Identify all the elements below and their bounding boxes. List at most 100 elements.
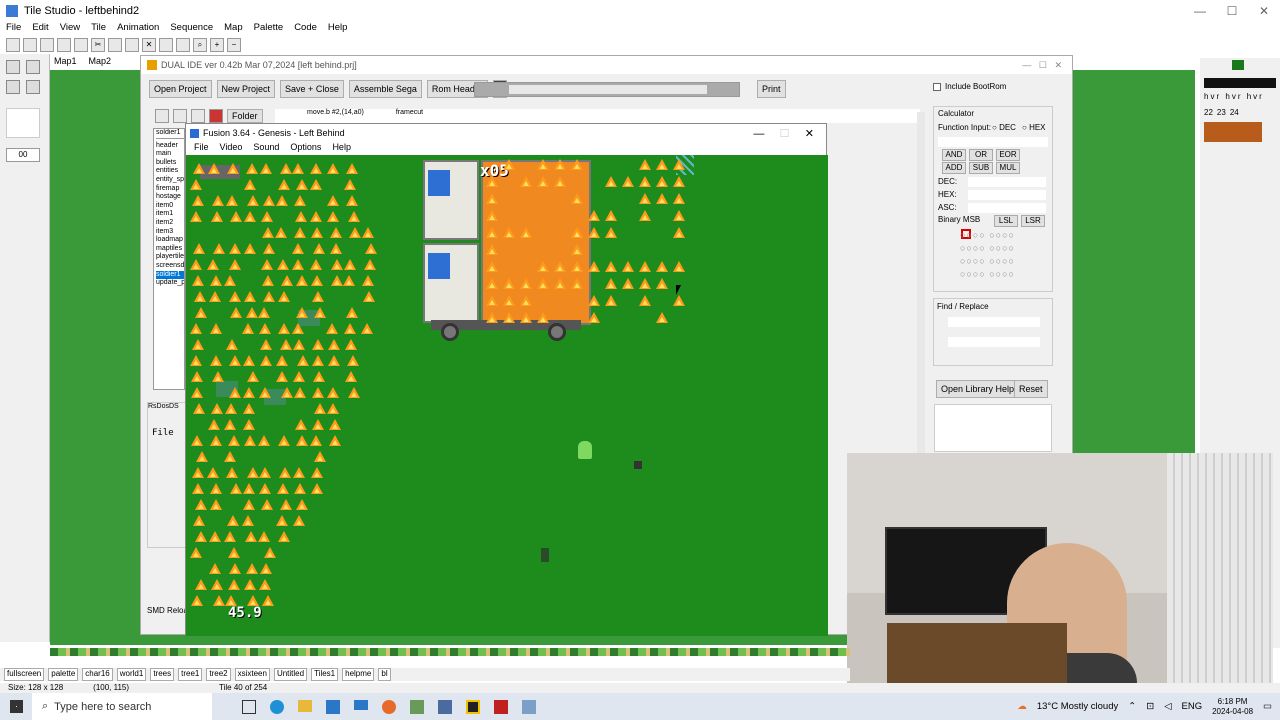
file-list[interactable]: soldier1 header main bullets entities en… — [153, 128, 185, 390]
fusion-menu-help[interactable]: Help — [332, 142, 351, 155]
add-button[interactable]: ADD — [942, 162, 966, 174]
list-item[interactable]: item3 — [156, 228, 184, 237]
floppy-icon[interactable] — [173, 109, 187, 123]
list-item[interactable]: playertiles — [156, 253, 184, 262]
network-icon[interactable]: ⊡ — [1146, 701, 1154, 712]
rotate-icon[interactable] — [159, 38, 173, 52]
delete-icon[interactable]: ✕ — [142, 38, 156, 52]
eor-button[interactable]: EOR — [996, 149, 1020, 161]
open-library-help-button[interactable]: Open Library Help — [936, 380, 1020, 398]
menu-help[interactable]: Help — [328, 22, 348, 36]
replace-field[interactable] — [948, 337, 1040, 347]
tile-number[interactable]: 00 — [6, 148, 40, 162]
sub-button[interactable]: SUB — [969, 162, 993, 174]
folder-button[interactable]: Folder — [227, 109, 263, 123]
menu-code[interactable]: Code — [294, 22, 317, 36]
record-icon[interactable] — [209, 109, 223, 123]
close-button[interactable]: ✕ — [1248, 4, 1280, 18]
chevron-up-icon[interactable]: ⌃ — [1128, 701, 1136, 712]
list-item[interactable]: bullets — [156, 159, 184, 168]
tab-helpme[interactable]: helpme — [342, 668, 375, 681]
export-icon[interactable] — [74, 38, 88, 52]
fusion-menu-file[interactable]: File — [194, 142, 209, 155]
tab-map2[interactable]: Map2 — [89, 56, 112, 70]
new-icon[interactable] — [6, 38, 20, 52]
tab-palette[interactable]: palette — [48, 668, 79, 681]
zoom-out-icon[interactable]: − — [227, 38, 241, 52]
reset-button[interactable]: Reset — [1014, 380, 1048, 398]
app-icon[interactable] — [466, 699, 480, 714]
list-item[interactable]: hostage — [156, 193, 184, 202]
list-item[interactable]: item1 — [156, 210, 184, 219]
tab-bl[interactable]: bl — [378, 668, 391, 681]
find-field[interactable] — [948, 317, 1040, 327]
new-project-button[interactable]: New Project — [216, 80, 276, 98]
menu-animation[interactable]: Animation — [117, 22, 159, 36]
tile-strip[interactable] — [50, 648, 850, 656]
fill-icon[interactable] — [6, 80, 20, 94]
pencil-icon[interactable] — [6, 60, 20, 74]
start-icon[interactable] — [10, 700, 23, 713]
asc-field[interactable] — [968, 203, 1046, 213]
fusion-menu-video[interactable]: Video — [220, 142, 243, 155]
paste-icon[interactable] — [125, 38, 139, 52]
dual-close-button[interactable]: — ☐ ✕ — [1022, 60, 1062, 71]
app-icon[interactable] — [438, 699, 452, 714]
app-icon[interactable] — [410, 699, 424, 714]
store-icon[interactable] — [326, 699, 340, 714]
tab-untitled[interactable]: Untitled — [273, 668, 308, 681]
save-icon[interactable] — [40, 38, 54, 52]
zoom-icon[interactable]: ⌕ — [193, 38, 207, 52]
tab-xsixteen[interactable]: xsixteen — [234, 668, 270, 681]
stamp-icon[interactable] — [26, 80, 40, 94]
save-close-button[interactable]: Save + Close — [280, 80, 344, 98]
cut-icon[interactable]: ✂ — [91, 38, 105, 52]
tab-tree2[interactable]: tree2 — [206, 668, 231, 681]
list-item[interactable]: maptiles — [156, 245, 184, 254]
or-button[interactable]: OR — [969, 149, 993, 161]
lsl-button[interactable]: LSL — [994, 215, 1018, 227]
list-item[interactable]: item2 — [156, 219, 184, 228]
import-icon[interactable] — [57, 38, 71, 52]
mul-button[interactable]: MUL — [996, 162, 1020, 174]
hex-field[interactable] — [968, 190, 1046, 200]
and-button[interactable]: AND — [942, 149, 966, 161]
volume-icon[interactable]: ◁ — [1164, 701, 1171, 712]
mail-icon[interactable] — [354, 699, 368, 710]
menu-palette[interactable]: Palette — [254, 22, 284, 36]
list-item[interactable]: loadmap — [156, 236, 184, 245]
tab-fullscreen[interactable]: fullscreen — [4, 668, 45, 681]
tab-tree1[interactable]: tree1 — [178, 668, 203, 681]
dec-radio[interactable]: ○ DEC — [992, 123, 1016, 132]
menu-map[interactable]: Map — [224, 22, 242, 36]
list-item[interactable]: update_p — [156, 279, 184, 288]
maximize-button[interactable]: ☐ — [1216, 4, 1248, 18]
folder-open-icon[interactable] — [155, 109, 169, 123]
list-item[interactable]: screensd — [156, 262, 184, 271]
menu-view[interactable]: View — [60, 22, 80, 36]
include-bootrom[interactable]: Include BootRom — [933, 82, 1006, 91]
clock[interactable]: 6:18 PM 2024-04-08 — [1212, 697, 1253, 717]
list-item[interactable]: item0 — [156, 202, 184, 211]
fusion-menu-sound[interactable]: Sound — [253, 142, 279, 155]
taskbar-search[interactable]: ⌕ Type here to search — [32, 693, 212, 720]
palette-color[interactable] — [1232, 60, 1244, 70]
list-item[interactable]: soldier1 — [156, 129, 184, 139]
list-item[interactable]: main — [156, 150, 184, 159]
tab-map1[interactable]: Map1 — [54, 56, 77, 70]
tab-char16[interactable]: char16 — [82, 668, 113, 681]
fusion-window-controls[interactable]: — ☐ ✕ — [753, 127, 814, 140]
print-button[interactable]: Print — [757, 80, 786, 98]
menu-sequence[interactable]: Sequence — [170, 22, 213, 36]
tab-tiles1[interactable]: Tiles1 — [311, 668, 339, 681]
fusion-menu-options[interactable]: Options — [290, 142, 321, 155]
assemble-sega-button[interactable]: Assemble Sega — [348, 80, 422, 98]
select-icon[interactable] — [26, 60, 40, 74]
list-item[interactable]: entity_spa — [156, 176, 184, 185]
edge-icon[interactable] — [270, 699, 284, 714]
tab-trees[interactable]: trees — [150, 668, 175, 681]
dec-field[interactable] — [968, 177, 1046, 187]
weather-text[interactable]: 13°C Mostly cloudy — [1037, 701, 1118, 712]
firefox-icon[interactable] — [382, 699, 396, 714]
lsr-button[interactable]: LSR — [1021, 215, 1045, 227]
